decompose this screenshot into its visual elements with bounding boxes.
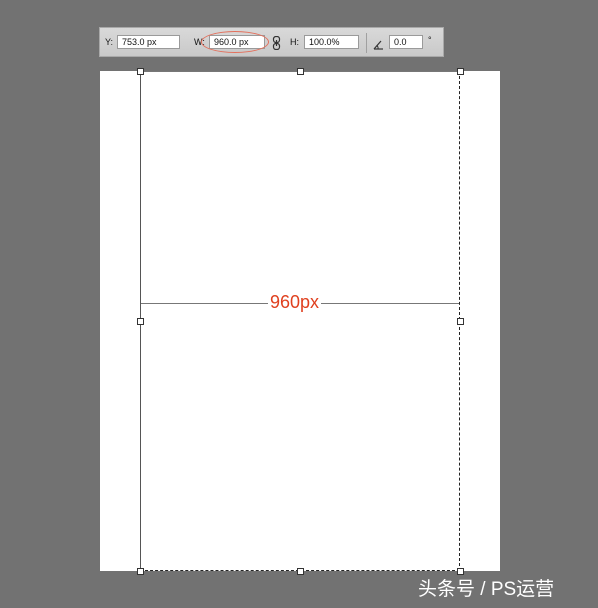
y-position-field[interactable]: 753.0 px bbox=[117, 35, 180, 49]
chain-link-icon[interactable] bbox=[272, 35, 281, 51]
transform-options-bar: Y: 753.0 px W: 960.0 px H: 100.0% 0.0 ° bbox=[99, 27, 444, 57]
rotation-angle-icon bbox=[373, 37, 384, 50]
handle-middle-left[interactable] bbox=[137, 318, 144, 325]
angle-field[interactable]: 0.0 bbox=[389, 35, 423, 49]
degree-symbol: ° bbox=[428, 35, 432, 45]
handle-top-center[interactable] bbox=[297, 68, 304, 75]
height-field[interactable]: 100.0% bbox=[304, 35, 359, 49]
y-label: Y: bbox=[105, 37, 114, 47]
handle-bottom-center[interactable] bbox=[297, 568, 304, 575]
width-measure-label: 960px bbox=[268, 291, 322, 313]
width-highlight-ellipse bbox=[201, 31, 269, 53]
h-label: H: bbox=[290, 37, 299, 47]
handle-top-right[interactable] bbox=[457, 68, 464, 75]
transform-bounding-box[interactable] bbox=[140, 71, 460, 571]
watermark-text: 头条号 / PS运营 bbox=[418, 579, 555, 600]
handle-top-left[interactable] bbox=[137, 68, 144, 75]
toolbar-divider bbox=[366, 33, 367, 53]
handle-bottom-left[interactable] bbox=[137, 568, 144, 575]
handle-middle-right[interactable] bbox=[457, 318, 464, 325]
